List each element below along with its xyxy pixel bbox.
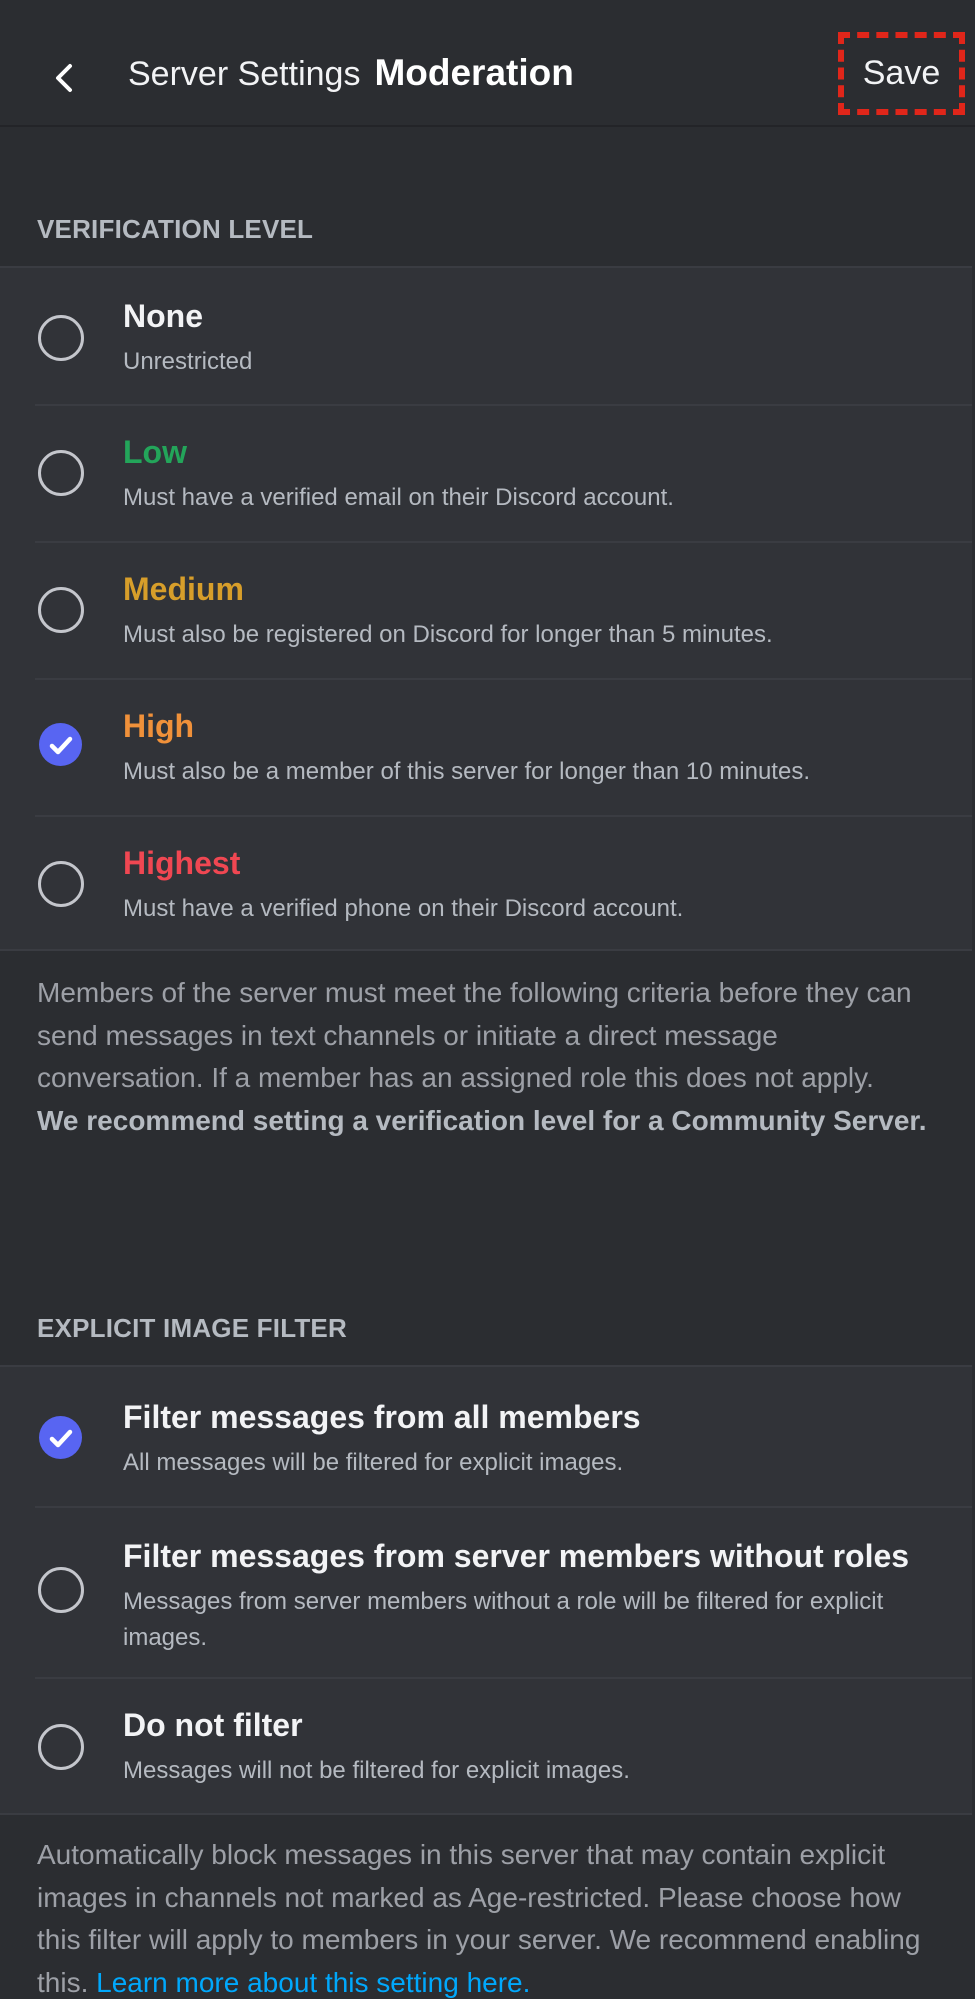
option-description: Must have a verified email on their Disc… <box>123 484 674 511</box>
explicit-filter-help-text: Automatically block messages in this ser… <box>37 1834 952 1999</box>
option-title: Do not filter <box>123 1707 303 1743</box>
option-title: Filter messages from all members <box>123 1399 641 1435</box>
option-title: Medium <box>123 571 244 607</box>
learn-more-link[interactable]: Learn more about this setting here. <box>96 1967 530 1998</box>
radio-unchecked-icon[interactable] <box>38 315 84 361</box>
radio-unchecked-icon[interactable] <box>38 587 84 633</box>
explicit-filter-list: Filter messages from all members All mes… <box>0 1365 975 1815</box>
verification-option-highest[interactable]: Highest Must have a verified phone on th… <box>0 815 975 949</box>
verification-option-none[interactable]: None Unrestricted <box>0 268 975 404</box>
option-description: Must have a verified phone on their Disc… <box>123 895 684 922</box>
option-title: None <box>123 298 203 334</box>
option-title: High <box>123 708 195 744</box>
radio-checked-icon[interactable] <box>39 723 82 766</box>
radio-unchecked-icon[interactable] <box>38 1567 84 1613</box>
filter-option-all-members[interactable]: Filter messages from all members All mes… <box>0 1367 975 1506</box>
verification-note: Members of the server must meet the foll… <box>37 977 912 1093</box>
verification-option-low[interactable]: Low Must have a verified email on their … <box>0 404 975 541</box>
option-title: Filter messages from server members with… <box>123 1538 910 1574</box>
section-label-explicit-image-filter: EXPLICIT IMAGE FILTER <box>37 1313 347 1343</box>
page-title: Server Settings Moderation <box>128 52 574 102</box>
option-description: Must also be a member of this server for… <box>123 758 810 785</box>
option-description: Messages will not be filtered for explic… <box>123 1757 630 1784</box>
filter-option-members-without-roles[interactable]: Filter messages from server members with… <box>0 1506 975 1677</box>
verification-option-medium[interactable]: Medium Must also be registered on Discor… <box>0 541 975 678</box>
chevron-left-icon <box>56 64 72 92</box>
breadcrumb-server-settings: Server Settings <box>128 55 361 93</box>
option-title: Highest <box>123 845 241 881</box>
radio-checked-icon[interactable] <box>39 1416 82 1459</box>
filter-option-do-not-filter[interactable]: Do not filter Messages will not be filte… <box>0 1677 975 1813</box>
checkmark-icon <box>49 736 72 754</box>
verification-help-text: Members of the server must meet the foll… <box>37 972 937 1142</box>
option-description: All messages will be filtered for explic… <box>123 1449 624 1476</box>
section-label-verification-level: VERIFICATION LEVEL <box>37 214 314 244</box>
option-description: Must also be registered on Discord for l… <box>123 621 773 648</box>
option-title: Low <box>123 434 187 470</box>
radio-unchecked-icon[interactable] <box>38 1724 84 1770</box>
checkmark-icon <box>49 1429 72 1447</box>
radio-unchecked-icon[interactable] <box>38 861 84 907</box>
back-button[interactable] <box>44 58 84 98</box>
option-description: Unrestricted <box>123 348 253 375</box>
option-description: Messages from server members without a r… <box>123 1588 884 1651</box>
save-button[interactable]: Save <box>838 32 965 115</box>
verification-level-list: None Unrestricted Low Must have a verifi… <box>0 266 975 951</box>
page-title-moderation: Moderation <box>374 52 574 93</box>
verification-recommendation: We recommend setting a verification leve… <box>37 1104 927 1136</box>
top-app-bar: Server Settings Moderation Save <box>0 0 975 127</box>
verification-option-high[interactable]: High Must also be a member of this serve… <box>0 678 975 815</box>
radio-unchecked-icon[interactable] <box>38 450 84 496</box>
